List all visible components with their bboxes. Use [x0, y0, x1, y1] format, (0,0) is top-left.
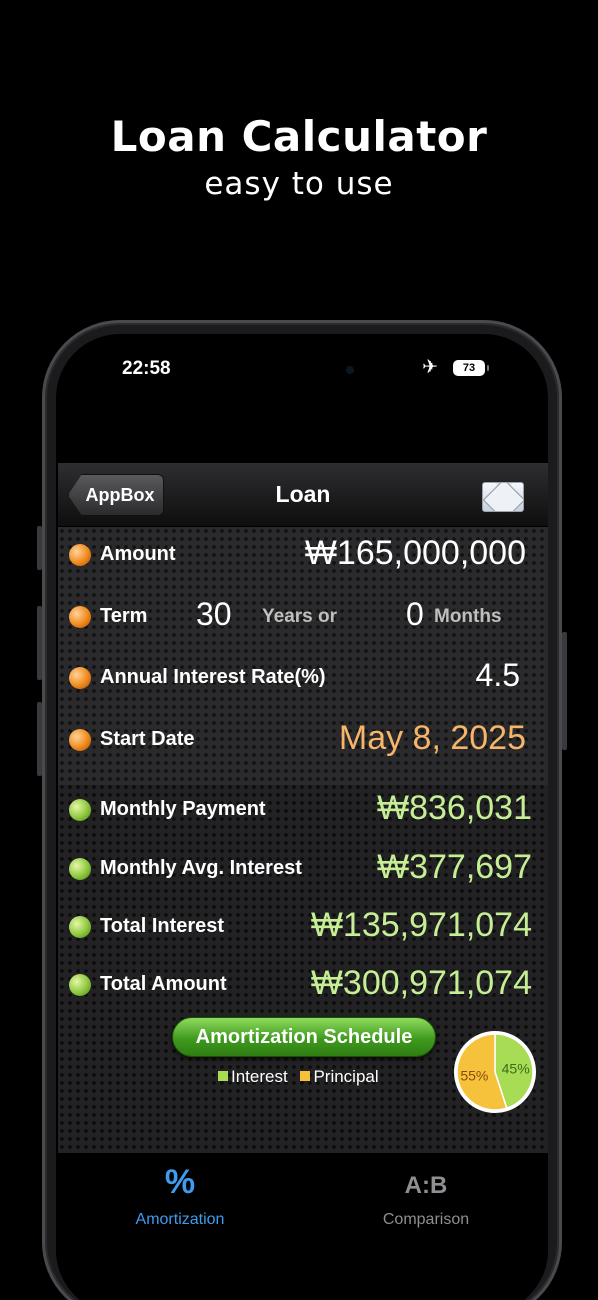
monthly-payment-value: ₩836,031 [377, 789, 532, 827]
rate-label: Annual Interest Rate(%) [100, 666, 326, 688]
term-label: Term [100, 605, 148, 627]
term-row[interactable]: Term 30 Years or 0 Months [58, 592, 548, 642]
phone-side-button [37, 606, 42, 680]
monthly-avg-interest-label: Monthly Avg. Interest [100, 857, 302, 879]
term-years-value[interactable]: 30 [196, 596, 232, 633]
airplane-icon: ✈ [422, 356, 438, 378]
green-bullet-icon [69, 858, 91, 880]
tab-comparison[interactable]: A:B Comparison [326, 1163, 526, 1229]
pie-label-interest: 45% [502, 1061, 530, 1077]
phone-screen: 22:58 ✈ 73 AppBox Loan Amount ₩165,000,0… [56, 334, 548, 1300]
pie-chart: 45% 55% [454, 1031, 536, 1113]
monthly-avg-interest-value: ₩377,697 [377, 848, 532, 886]
phone-side-button [37, 702, 42, 776]
percent-icon: % [164, 1163, 196, 1201]
amount-value[interactable]: ₩165,000,000 [305, 534, 526, 573]
tab-bar: % Amortization A:B Comparison [56, 1153, 548, 1300]
green-bullet-icon [69, 799, 91, 821]
promo-subtitle: easy to use [204, 166, 394, 202]
green-bullet-icon [69, 974, 91, 996]
orange-bullet-icon [69, 606, 91, 628]
start-date-label: Start Date [100, 728, 195, 750]
tab-label: Amortization [135, 1211, 225, 1228]
term-months-value[interactable]: 0 [406, 596, 424, 633]
amount-row[interactable]: Amount ₩165,000,000 [58, 530, 548, 580]
amount-label: Amount [100, 543, 176, 565]
tab-amortization[interactable]: % Amortization [80, 1163, 280, 1229]
monthly-payment-label: Monthly Payment [100, 798, 266, 820]
amortization-schedule-button[interactable]: Amortization Schedule [172, 1017, 436, 1057]
loan-app: AppBox Loan Amount ₩165,000,000 Term 30 … [58, 463, 548, 1153]
pie-label-principal: 55% [460, 1067, 488, 1083]
tab-label: Comparison [382, 1211, 470, 1228]
chart-legend: Interest Principal [218, 1067, 379, 1087]
monthly-avg-interest-row: Monthly Avg. Interest ₩377,697 [58, 844, 548, 894]
envelope-flap [483, 483, 523, 511]
navbar: AppBox Loan [58, 463, 548, 527]
orange-bullet-icon [69, 667, 91, 689]
total-interest-row: Total Interest ₩135,971,074 [58, 902, 548, 952]
status-time: 22:58 [122, 358, 171, 379]
orange-bullet-icon [69, 544, 91, 566]
orange-bullet-icon [69, 729, 91, 751]
phone-side-button [37, 526, 42, 570]
input-section: Amount ₩165,000,000 Term 30 Years or 0 M… [58, 527, 548, 785]
legend-principal-label: Principal [313, 1067, 379, 1086]
green-bullet-icon [69, 916, 91, 938]
comparison-icon: A:B [404, 1172, 448, 1199]
total-interest-value: ₩135,971,074 [310, 906, 532, 944]
legend-principal-swatch [300, 1071, 311, 1081]
total-amount-label: Total Amount [100, 973, 227, 995]
term-months-unit: Months [434, 606, 502, 627]
total-interest-label: Total Interest [100, 915, 225, 937]
mail-icon[interactable] [482, 482, 524, 512]
promo-title: Loan Calculator [110, 112, 488, 161]
monthly-payment-row: Monthly Payment ₩836,031 [58, 785, 548, 835]
start-date-row[interactable]: Start Date May 8, 2025 [58, 715, 548, 765]
camera-dot [346, 366, 354, 374]
total-amount-value: ₩300,971,074 [310, 964, 532, 1002]
battery-icon: 73 [453, 360, 485, 376]
legend-interest-label: Interest [231, 1067, 288, 1086]
start-date-value[interactable]: May 8, 2025 [339, 719, 526, 758]
phone-side-button [562, 632, 567, 750]
term-years-unit: Years or [262, 606, 337, 627]
rate-value[interactable]: 4.5 [476, 657, 520, 694]
total-amount-row: Total Amount ₩300,971,074 [58, 960, 548, 1010]
rate-row[interactable]: Annual Interest Rate(%) 4.5 [58, 653, 548, 703]
battery-nub [487, 365, 489, 371]
nav-title: Loan [275, 481, 331, 507]
legend-interest-swatch [218, 1071, 228, 1081]
